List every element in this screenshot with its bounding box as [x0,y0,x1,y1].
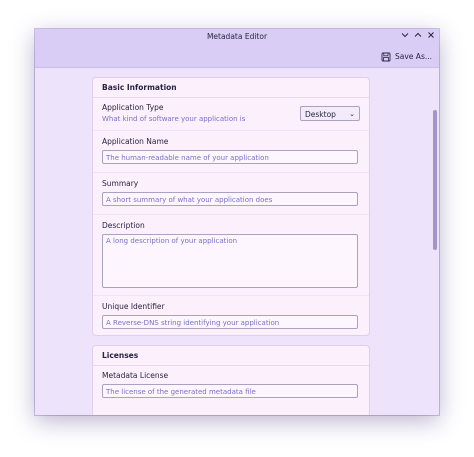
divider [93,97,369,98]
divider [93,172,369,173]
unique-id-field[interactable]: A Reverse-DNS string identifying your ap… [102,315,358,329]
divider [93,214,369,215]
summary-label: Summary [102,179,139,188]
description-label: Description [102,221,145,230]
app-type-help: What kind of software your application i… [102,115,246,123]
close-icon [427,32,434,38]
window-title: Metadata Editor [206,32,268,41]
save-as-label: Save As... [395,52,432,61]
app-window: Metadata Editor Save As... Basic Informa… [35,29,439,415]
app-type-select[interactable]: Desktop ⌄ [300,106,360,121]
app-type-label: Application Type [102,103,164,112]
group-title: Licenses [102,351,139,360]
group-title: Basic Information [102,83,177,92]
close-button[interactable] [425,31,436,42]
description-field[interactable]: A long description of your application [102,234,358,288]
chevron-down-icon [401,33,408,38]
metadata-license-label: Metadata License [102,371,169,380]
minimize-button[interactable] [399,31,410,42]
app-type-value: Desktop [305,110,336,119]
divider [93,365,369,366]
app-name-field[interactable]: The human-readable name of your applicat… [102,150,358,164]
app-name-label: Application Name [102,137,169,146]
header-bar: Save As... [35,46,439,68]
save-as-button[interactable]: Save As... [381,49,432,64]
basic-information-group: Basic Information Application Type What … [92,77,370,336]
maximize-button[interactable] [412,31,423,42]
metadata-license-field[interactable]: The license of the generated metadata fi… [102,384,358,398]
divider [93,130,369,131]
scrollbar-thumb[interactable] [433,110,437,250]
scroll-area[interactable]: Basic Information Application Type What … [35,68,439,415]
divider [93,295,369,296]
save-icon [381,52,391,61]
summary-field[interactable]: A short summary of what your application… [102,192,358,206]
licenses-group: Licenses Metadata License The license of… [92,345,370,415]
title-bar: Metadata Editor [35,29,439,46]
unique-id-label: Unique Identifier [102,302,165,311]
chevron-up-icon [414,32,421,37]
chevron-down-icon: ⌄ [349,110,355,118]
